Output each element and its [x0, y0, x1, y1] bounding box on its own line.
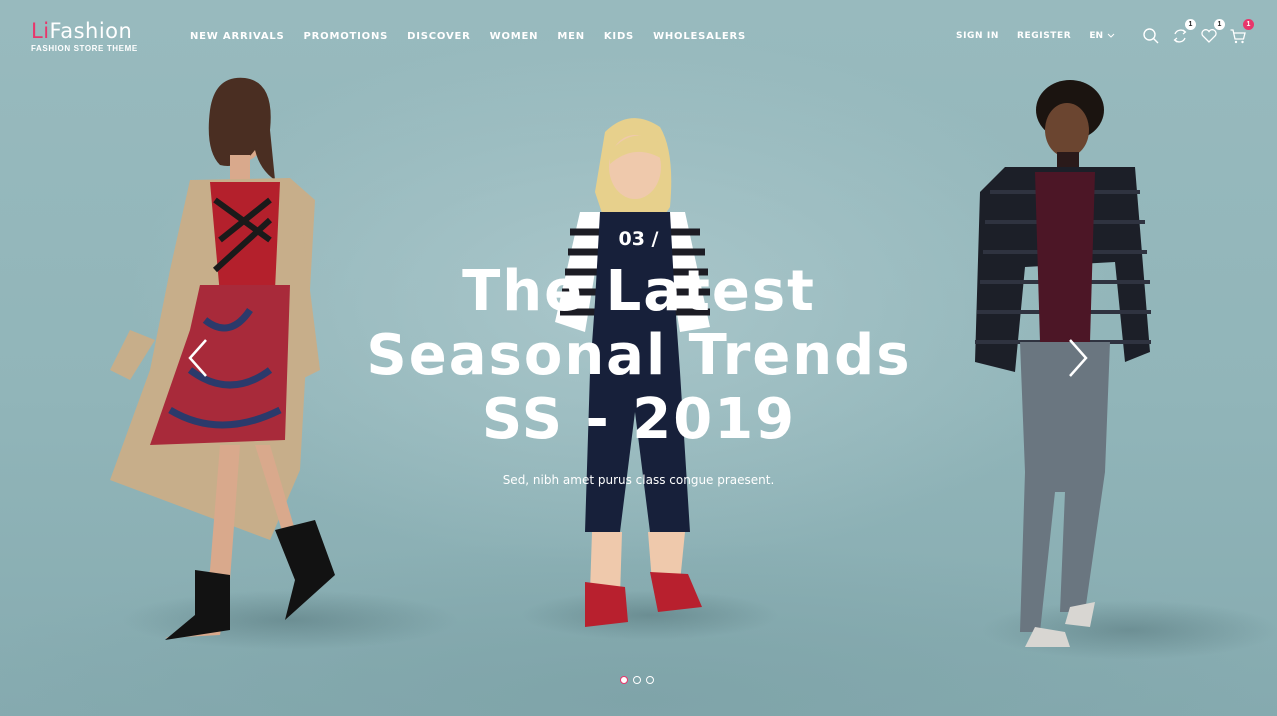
chevron-down-icon [1107, 33, 1115, 38]
sign-in-link[interactable]: SIGN IN [956, 31, 999, 41]
slide-subtitle: Sed, nibh amet purus class congue praese… [502, 473, 775, 487]
language-label: EN [1089, 31, 1103, 41]
model-man-image [975, 80, 1151, 647]
slider-dot-1[interactable] [620, 676, 628, 684]
cart-count-badge: 1 [1243, 19, 1254, 30]
prev-slide-arrow-icon[interactable] [186, 338, 210, 378]
slide-counter: 03 / [618, 228, 659, 250]
nav-item-promotions[interactable]: PROMOTIONS [304, 31, 389, 42]
search-icon [1143, 28, 1159, 44]
search-button[interactable] [1142, 27, 1160, 45]
nav-item-kids[interactable]: KIDS [604, 31, 634, 42]
slider-pagination [620, 676, 654, 684]
headline-line: SS - 2019 [481, 387, 797, 452]
nav-item-men[interactable]: MEN [557, 31, 585, 42]
slide-headline: The Latest Seasonal Trends SS - 2019 [339, 260, 939, 452]
next-slide-arrow-icon[interactable] [1066, 338, 1090, 378]
site-logo[interactable]: LiFashion FASHION STORE THEME [31, 20, 138, 53]
compare-icon [1173, 29, 1187, 43]
register-link[interactable]: REGISTER [1017, 31, 1071, 41]
nav-item-new-arrivals[interactable]: NEW ARRIVALS [190, 31, 285, 42]
wishlist-count-badge: 1 [1214, 19, 1225, 30]
nav-item-wholesalers[interactable]: WHOLESALERS [653, 31, 746, 42]
logo-tagline: FASHION STORE THEME [31, 44, 138, 53]
heart-icon [1201, 29, 1217, 43]
logo-accent-text: Li [31, 19, 50, 43]
hero-slider: 03 / The Latest Seasonal Trends SS - 201… [0, 0, 1277, 716]
cart-icon [1230, 29, 1246, 44]
compare-count-badge: 1 [1185, 19, 1196, 30]
headline-line: The Latest [462, 259, 816, 324]
slider-dot-2[interactable] [633, 676, 641, 684]
logo-text: Fashion [49, 19, 133, 43]
slider-dot-3[interactable] [646, 676, 654, 684]
headline-line: Seasonal Trends [366, 323, 912, 388]
cart-button[interactable]: 1 [1229, 19, 1254, 45]
compare-button[interactable]: 1 [1171, 19, 1196, 45]
nav-item-women[interactable]: WOMEN [490, 31, 539, 42]
main-nav: NEW ARRIVALS PROMOTIONS DISCOVER WOMEN M… [190, 31, 765, 42]
wishlist-button[interactable]: 1 [1200, 19, 1225, 45]
language-selector[interactable]: EN [1089, 31, 1115, 41]
header-actions: SIGN IN REGISTER EN 1 1 1 [956, 19, 1254, 45]
nav-item-discover[interactable]: DISCOVER [407, 31, 470, 42]
